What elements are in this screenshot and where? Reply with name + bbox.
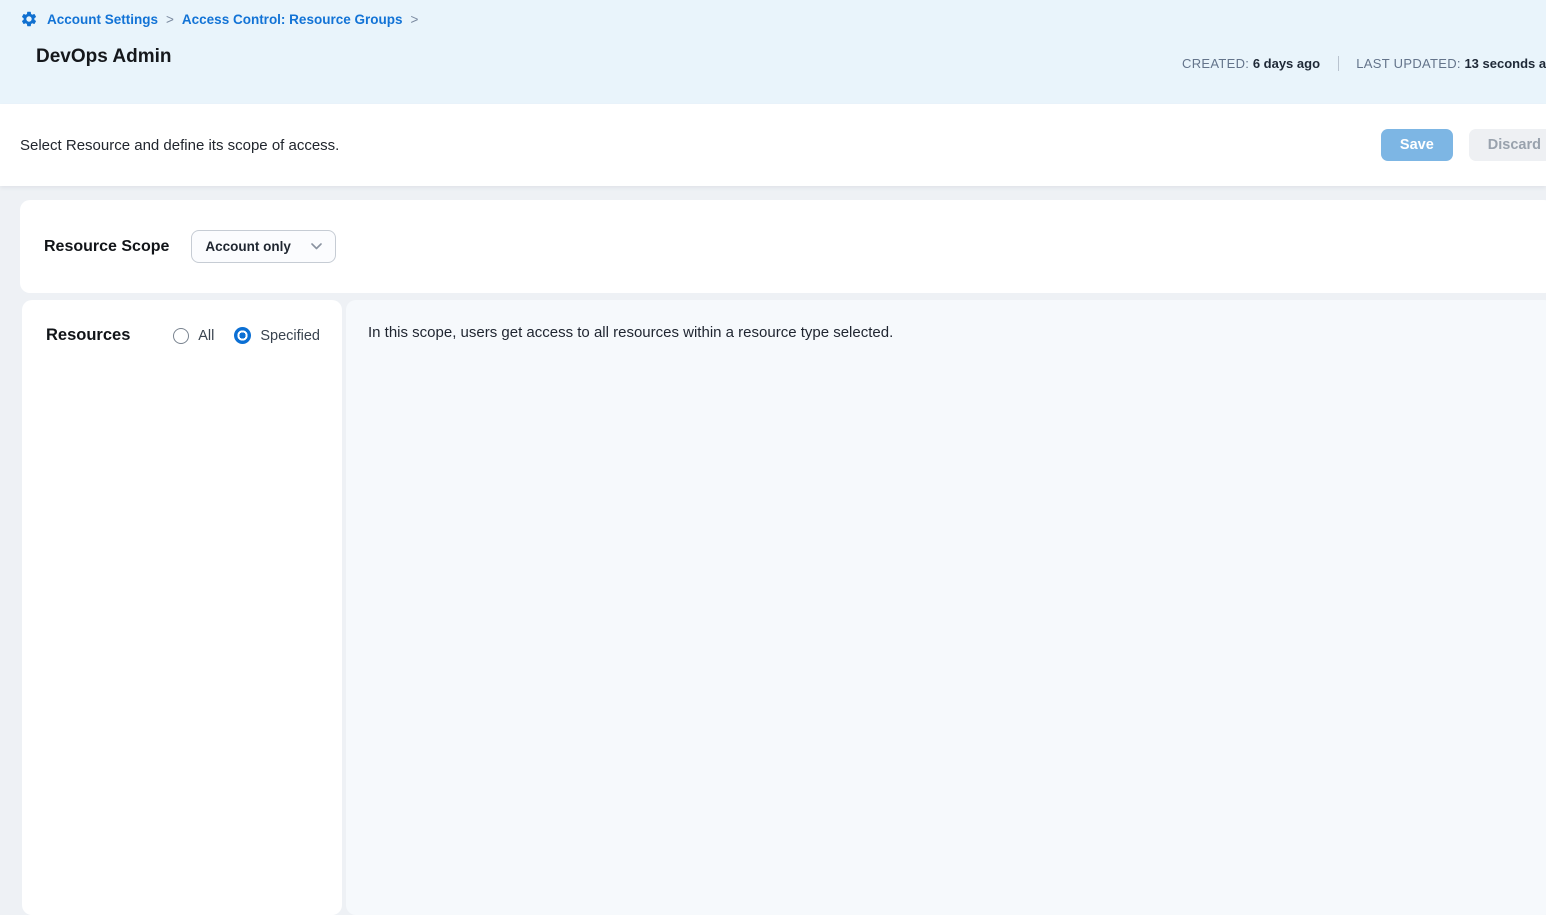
resources-specified-radio[interactable]: Specified [234, 327, 320, 344]
resource-scope-card: Resource Scope Account only [20, 200, 1546, 293]
breadcrumb-account-settings[interactable]: Account Settings [47, 12, 158, 27]
breadcrumb-separator: > [166, 12, 174, 27]
meta-divider [1338, 56, 1339, 71]
radio-selected-icon[interactable] [234, 327, 251, 344]
save-button[interactable]: Save [1381, 129, 1453, 161]
resource-scope-select[interactable]: Account only [191, 230, 336, 263]
breadcrumb-access-control[interactable]: Access Control: Resource Groups [182, 12, 403, 27]
resources-all-radio[interactable]: All [173, 328, 214, 344]
resources-sidebar: Resources All Specified [22, 300, 342, 915]
gear-icon [20, 10, 38, 28]
discard-button[interactable]: Discard [1469, 129, 1546, 161]
scope-panel: In this scope, users get access to all r… [346, 300, 1546, 915]
last-updated-label: LAST UPDATED: [1356, 56, 1461, 71]
resources-radio-group: All Specified [173, 327, 320, 344]
resources-header: Resources All Specified [22, 300, 342, 365]
created-value: 6 days ago [1253, 56, 1320, 71]
action-bar: Select Resource and define its scope of … [0, 104, 1546, 186]
breadcrumb-separator: > [410, 12, 418, 27]
page-header: Account Settings > Access Control: Resou… [0, 0, 1546, 104]
last-updated-value: 13 seconds ago [1464, 56, 1546, 71]
radio-unselected-icon[interactable] [173, 328, 189, 344]
scope-description: In this scope, users get access to all r… [368, 324, 1538, 341]
created-label: CREATED: [1182, 56, 1249, 71]
action-buttons: Save Discard [1381, 129, 1546, 161]
page-title: DevOps Admin [36, 46, 172, 68]
breadcrumb: Account Settings > Access Control: Resou… [20, 10, 426, 28]
resources-title: Resources [46, 326, 130, 345]
chevron-down-icon [311, 243, 322, 250]
resource-scope-label: Resource Scope [44, 238, 169, 256]
resource-scope-selected-value: Account only [205, 239, 291, 254]
instruction-text: Select Resource and define its scope of … [20, 137, 339, 154]
meta-info: CREATED: 6 days ago LAST UPDATED: 13 sec… [1182, 56, 1546, 71]
content-area: Resources All Specified In this scope, u… [22, 300, 1546, 915]
